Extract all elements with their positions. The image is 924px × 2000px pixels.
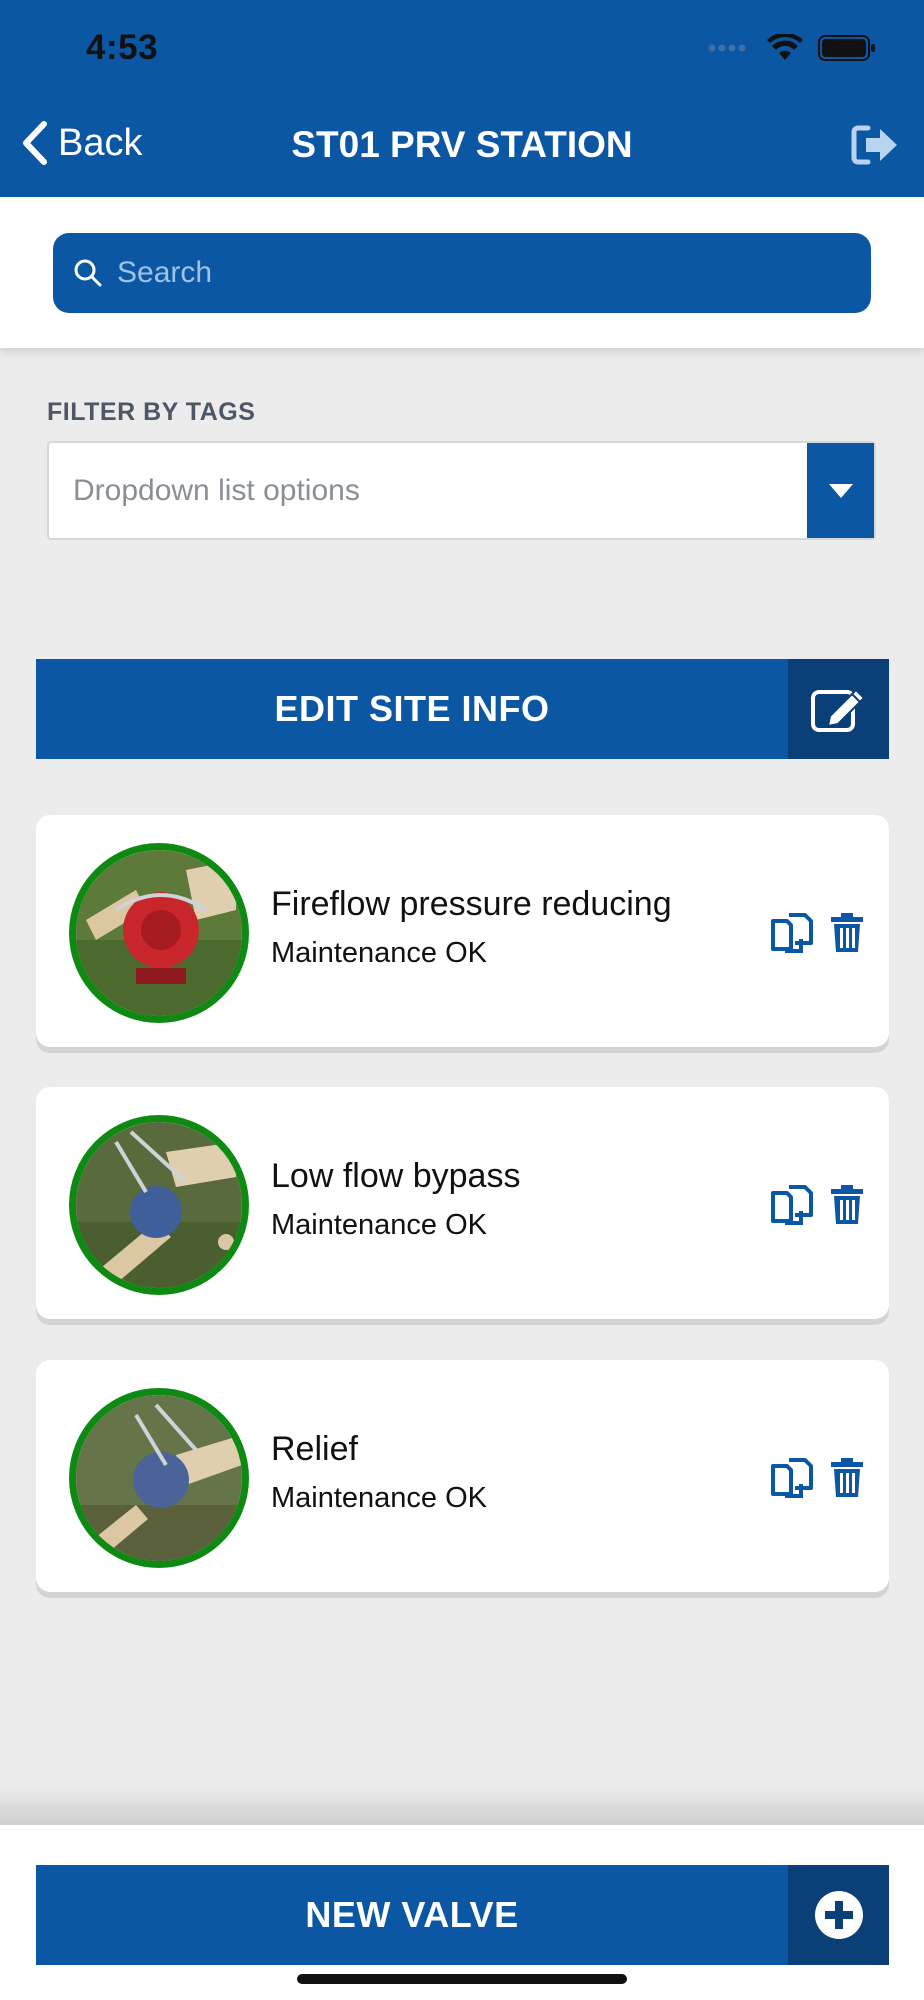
valve-card[interactable]: Relief Maintenance OK xyxy=(36,1360,889,1592)
logout-button[interactable] xyxy=(850,122,900,173)
copy-icon[interactable] xyxy=(769,1456,815,1500)
valve-body xyxy=(130,1186,182,1238)
valve-name: Low flow bypass xyxy=(271,1157,521,1195)
edit-icon xyxy=(810,688,865,732)
new-valve-label: NEW VALVE xyxy=(305,1894,519,1935)
trash-icon[interactable] xyxy=(829,912,865,954)
valve-actions xyxy=(769,911,865,955)
valve-thumbnail xyxy=(69,1388,249,1568)
status-icons xyxy=(708,34,876,62)
valve-name: Relief xyxy=(271,1430,358,1468)
copy-icon[interactable] xyxy=(769,911,815,955)
logout-icon xyxy=(851,125,897,165)
valve-thumbnail xyxy=(69,843,249,1023)
search-bar[interactable] xyxy=(53,233,871,313)
search-input[interactable] xyxy=(117,256,817,290)
status-time: 4:53 xyxy=(86,28,159,67)
dropdown-toggle[interactable] xyxy=(807,443,874,538)
page-title: ST01 PRV STATION xyxy=(291,124,633,165)
valve-status: Maintenance OK xyxy=(271,937,488,969)
tag-filter-dropdown[interactable]: Dropdown list options xyxy=(47,441,876,540)
edit-site-info-button[interactable]: EDIT SITE INFO xyxy=(36,659,889,759)
home-indicator xyxy=(297,1974,627,1984)
valve-card[interactable]: Low flow bypass Maintenance OK xyxy=(36,1087,889,1319)
battery-icon xyxy=(818,35,875,61)
plus-circle-icon xyxy=(814,1891,863,1939)
valve-card[interactable]: Fireflow pressure reducing Maintenance O… xyxy=(36,815,889,1047)
trash-icon[interactable] xyxy=(829,1184,865,1226)
signal-icon xyxy=(708,44,746,52)
new-valve-button[interactable]: NEW VALVE xyxy=(36,1865,889,1965)
copy-icon[interactable] xyxy=(769,1183,815,1227)
valve-actions xyxy=(769,1183,865,1227)
valve-status: Maintenance OK xyxy=(271,1209,488,1241)
bottom-shadow xyxy=(0,1785,924,1825)
filter-label: FILTER BY TAGS xyxy=(47,398,256,426)
trash-icon[interactable] xyxy=(829,1457,865,1499)
valve-thumbnail xyxy=(69,1115,249,1295)
search-icon xyxy=(74,259,102,287)
search-container xyxy=(0,197,924,348)
valve-actions xyxy=(769,1456,865,1500)
app-header: 4:53 Back ST01 PRV STATION xyxy=(0,0,924,197)
plus-icon-box xyxy=(788,1865,889,1965)
edit-icon-box xyxy=(788,659,889,759)
caret-down-icon xyxy=(828,483,853,498)
valve-name: Fireflow pressure reducing xyxy=(271,885,672,923)
edit-site-info-label: EDIT SITE INFO xyxy=(274,688,550,729)
dropdown-placeholder: Dropdown list options xyxy=(73,473,360,507)
valve-status: Maintenance OK xyxy=(271,1482,488,1514)
wifi-icon xyxy=(767,34,803,60)
